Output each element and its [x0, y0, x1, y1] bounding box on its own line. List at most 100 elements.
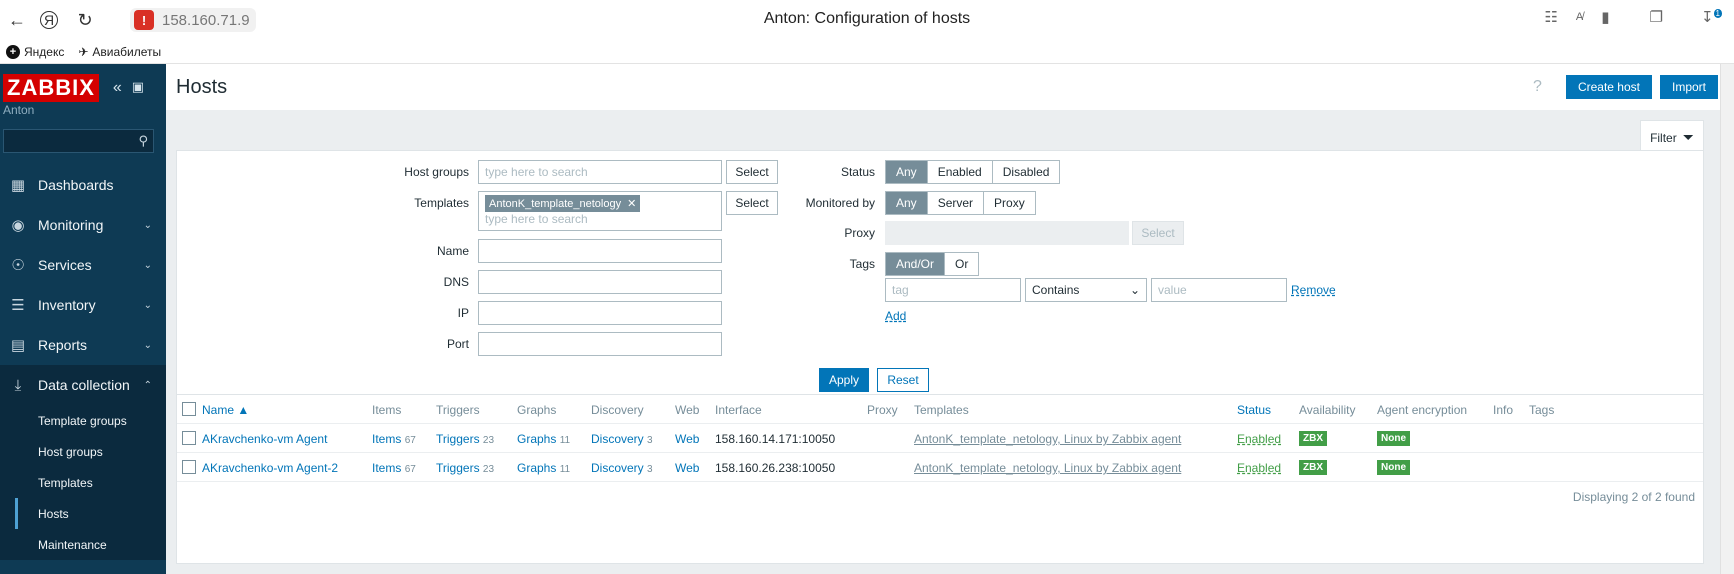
web-link[interactable]: Web: [675, 461, 699, 475]
search-icon[interactable]: ⚲: [138, 133, 148, 149]
col-proxy: Proxy: [867, 403, 898, 417]
close-icon[interactable]: ✕: [627, 197, 636, 210]
templates-links[interactable]: AntonK_template_netology, Linux by Zabbi…: [914, 432, 1181, 446]
discovery-link[interactable]: Discovery 3: [591, 461, 653, 475]
table-row: AKravchenko-vm Agent-2 Items 67 Triggers…: [177, 453, 1703, 482]
items-link[interactable]: Items 67: [372, 432, 416, 446]
graphs-link[interactable]: Graphs 11: [517, 432, 570, 446]
row-checkbox[interactable]: [182, 460, 196, 474]
menu-label: Data collection: [38, 377, 130, 393]
col-name[interactable]: Name ▲: [202, 403, 249, 417]
add-tag-link[interactable]: Add: [885, 309, 906, 323]
col-tags: Tags: [1529, 403, 1555, 417]
reset-button[interactable]: Reset: [877, 368, 929, 392]
page-title: Hosts: [176, 75, 228, 98]
menu-services[interactable]: ☉ Services ⌄: [0, 245, 166, 285]
encryption-badge: None: [1377, 431, 1410, 446]
items-link[interactable]: Items 67: [372, 461, 416, 475]
triggers-link[interactable]: Triggers 23: [436, 461, 494, 475]
graphs-link[interactable]: Graphs 11: [517, 461, 570, 475]
submenu-templates[interactable]: Templates: [0, 467, 166, 498]
triggers-link[interactable]: Triggers 23: [436, 432, 494, 446]
import-button[interactable]: Import: [1659, 75, 1718, 99]
yandex-icon[interactable]: Я: [40, 11, 58, 29]
status-toggle[interactable]: Enabled: [1237, 461, 1281, 475]
filter-tab-label: Filter: [1650, 130, 1677, 145]
host-name-link[interactable]: AKravchenko-vm Agent-2: [202, 461, 338, 475]
availability-badge: ZBX: [1299, 460, 1327, 475]
address-bar[interactable]: ! 158.160.71.9: [130, 8, 256, 32]
host-groups-input[interactable]: type here to search: [478, 160, 722, 184]
discovery-link-label: Discovery: [591, 461, 644, 475]
address-url[interactable]: 158.160.71.9: [162, 12, 250, 29]
downloads-icon[interactable]: ↧ 1: [1701, 8, 1722, 26]
name-input[interactable]: [478, 239, 722, 263]
select-all-checkbox[interactable]: [182, 402, 196, 416]
col-status[interactable]: Status: [1237, 403, 1271, 417]
menu-reports[interactable]: ▤ Reports ⌄: [0, 325, 166, 365]
monitored-proxy[interactable]: Proxy: [984, 192, 1035, 214]
items-link-label: Items: [372, 432, 402, 446]
tag-value-input[interactable]: value: [1151, 278, 1287, 302]
status-disabled[interactable]: Disabled: [992, 161, 1060, 183]
tags-and-or[interactable]: And/Or: [886, 253, 946, 275]
status-enabled[interactable]: Enabled: [927, 161, 993, 183]
tag-operator-select[interactable]: Contains ⌄: [1025, 278, 1147, 302]
items-count: 67: [404, 435, 416, 446]
dns-input[interactable]: [478, 270, 722, 294]
bookmark-avia-label: Авиабилеты: [92, 44, 162, 59]
items-count: 67: [404, 464, 416, 475]
menu-label: Services: [38, 257, 92, 273]
templates-input[interactable]: AntonK_template_netology ✕ type here to s…: [478, 191, 722, 231]
remove-tag-link[interactable]: Remove: [1291, 283, 1336, 297]
help-icon[interactable]: ?: [1533, 78, 1542, 96]
ip-input[interactable]: [478, 301, 722, 325]
create-host-button[interactable]: Create host: [1565, 75, 1652, 99]
status-any[interactable]: Any: [886, 161, 928, 183]
templates-select-button[interactable]: Select: [726, 191, 778, 215]
menu-inventory[interactable]: ☰ Inventory ⌄: [0, 285, 166, 325]
status-toggle[interactable]: Enabled: [1237, 432, 1281, 446]
proxy-label: Proxy: [844, 226, 875, 240]
apply-button[interactable]: Apply: [819, 368, 869, 392]
col-items: Items: [372, 403, 402, 417]
kiosk-icon[interactable]: ▣: [132, 79, 144, 97]
monitored-server[interactable]: Server: [927, 192, 985, 214]
discovery-link-label: Discovery: [591, 432, 644, 446]
collapse-icon[interactable]: «: [113, 79, 122, 97]
reader-icon[interactable]: A̸: [1576, 11, 1583, 23]
row-checkbox[interactable]: [182, 431, 196, 445]
tag-input[interactable]: tag: [885, 278, 1021, 302]
plus-icon: +: [6, 44, 20, 59]
monitored-any[interactable]: Any: [886, 192, 928, 214]
tags-or[interactable]: Or: [945, 253, 979, 275]
submenu-host-groups[interactable]: Host groups: [0, 436, 166, 467]
submenu-template-groups[interactable]: Template groups: [0, 405, 166, 436]
bookmark-yandex[interactable]: + Яндекс: [6, 44, 64, 59]
reload-icon[interactable]: ↻: [70, 5, 100, 35]
bookmark-icon[interactable]: ▮: [1601, 8, 1609, 26]
scrollbar[interactable]: [1720, 64, 1734, 574]
filter-tab[interactable]: Filter ⏷: [1640, 120, 1704, 154]
menu-dashboards[interactable]: ▦ Dashboards: [0, 165, 166, 205]
discovery-link[interactable]: Discovery 3: [591, 432, 653, 446]
funnel-icon: ⏷: [1682, 129, 1694, 145]
back-arrow-icon[interactable]: ←: [2, 5, 32, 35]
sidebar-user: Anton: [3, 103, 35, 117]
port-input[interactable]: [478, 332, 722, 356]
sidebar-search-input[interactable]: ⚲: [3, 129, 154, 153]
templates-links[interactable]: AntonK_template_netology, Linux by Zabbi…: [914, 461, 1181, 475]
filter-panel: Host groups type here to search Select T…: [176, 150, 1704, 426]
host-groups-select-button[interactable]: Select: [726, 160, 778, 184]
menu-monitoring[interactable]: ◉ Monitoring ⌄: [0, 205, 166, 245]
proxy-input: [885, 221, 1129, 245]
host-name-link[interactable]: AKravchenko-vm Agent: [202, 432, 327, 446]
collections-icon[interactable]: ❐: [1650, 8, 1663, 26]
web-link[interactable]: Web: [675, 432, 699, 446]
submenu-hosts[interactable]: Hosts: [0, 498, 166, 529]
zabbix-logo[interactable]: ZABBIX: [3, 74, 99, 102]
bookmark-avia[interactable]: ✈ Авиабилеты: [78, 45, 161, 59]
menu-data-collection[interactable]: ⤓ Data collection ⌃: [0, 365, 166, 405]
submenu-maintenance[interactable]: Maintenance: [0, 529, 166, 560]
translate-icon[interactable]: ☷: [1544, 8, 1557, 26]
